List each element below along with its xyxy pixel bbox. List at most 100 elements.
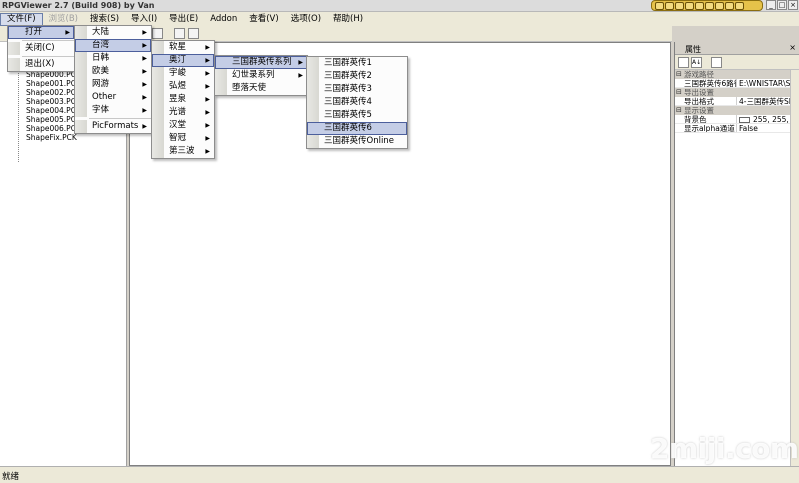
menu-item-label: Other — [92, 92, 117, 102]
menu-export[interactable]: 导出(E) — [163, 13, 204, 26]
menu-item-exit[interactable]: 退出(X) — [8, 58, 74, 71]
menu-item-label: 大陆 — [92, 27, 110, 37]
submenu-arrow-icon: ▶ — [205, 83, 210, 90]
maximize-button[interactable]: □ — [777, 0, 787, 10]
tree-item[interactable]: Shape004.PCK — [26, 106, 81, 115]
menu-help[interactable]: 帮助(H) — [327, 13, 369, 26]
menu-item-hongyu[interactable]: 弘煜 ▶ — [152, 80, 214, 93]
menu-item-label: 三国群英传3 — [324, 84, 372, 94]
properties-close-icon[interactable]: × — [789, 43, 796, 52]
menu-item-label: 宇峻 — [169, 68, 187, 78]
submenu-arrow-icon: ▶ — [205, 57, 210, 64]
menu-item-online-games[interactable]: 网游 ▶ — [75, 78, 151, 91]
tree-item[interactable]: ShapeFix.PCK — [26, 133, 77, 142]
menu-addon[interactable]: Addon — [204, 13, 243, 26]
menu-item-guangpu[interactable]: 光谱 ▶ — [152, 106, 214, 119]
submenu-arrow-icon: ▶ — [205, 109, 210, 116]
menu-item-label: 三国群英传1 — [324, 58, 372, 68]
title-tool-icon[interactable] — [685, 1, 694, 10]
menu-item-taiwan[interactable]: 台湾 ▶ — [75, 39, 151, 52]
menu-item-label: 三国群英传5 — [324, 110, 372, 120]
close-button[interactable]: × — [788, 0, 798, 10]
menu-item-other[interactable]: Other ▶ — [75, 91, 151, 104]
menu-item-label: 智冠 — [169, 133, 187, 143]
menu-view[interactable]: 查看(V) — [243, 13, 284, 26]
paste-icon[interactable] — [188, 28, 199, 39]
menu-item-picformats[interactable]: PicFormats ▶ — [75, 120, 151, 133]
menu-item-fonts[interactable]: 字体 ▶ — [75, 104, 151, 117]
menu-browse[interactable]: 浏览(B) — [43, 13, 84, 26]
tree-item[interactable]: Shape005.PCK — [26, 115, 81, 124]
title-tool-icon[interactable] — [735, 1, 744, 10]
title-tool-icon[interactable] — [655, 1, 664, 10]
tree-item[interactable]: Shape006.PCK — [26, 124, 81, 133]
property-row[interactable]: 显示alpha通道 False — [675, 124, 799, 133]
submenu-arrow-icon: ▶ — [205, 44, 210, 51]
menu-item-label: PicFormats — [92, 121, 139, 131]
menu-item-huanshilu-series[interactable]: 幻世录系列 ▶ — [215, 69, 307, 82]
aoting-submenu: 三国群英传系列 ▶ 幻世录系列 ▶ 堕落天使 — [214, 55, 308, 96]
title-tool-icon[interactable] — [665, 1, 674, 10]
menu-item-sanguo-5[interactable]: 三国群英传5 — [307, 109, 407, 122]
category-export-settings[interactable]: 导出设置 — [675, 88, 799, 97]
menu-item-close[interactable]: 关闭(C) — [8, 42, 74, 55]
title-tool-icon[interactable] — [675, 1, 684, 10]
menu-item-japan-korea[interactable]: 日韩 ▶ — [75, 52, 151, 65]
menu-item-sanguo-online[interactable]: 三国群英传Online — [307, 135, 407, 148]
title-tool-icon[interactable] — [725, 1, 734, 10]
categorized-icon[interactable] — [678, 57, 689, 68]
menu-item-yuquan[interactable]: 昱泉 ▶ — [152, 93, 214, 106]
category-display-settings[interactable]: 显示设置 — [675, 106, 799, 115]
submenu-arrow-icon: ▶ — [205, 135, 210, 142]
menu-item-label: 幻世录系列 — [232, 70, 275, 80]
property-row[interactable]: 背景色 255, 255, 255 — [675, 115, 799, 124]
tree-line — [18, 62, 19, 162]
file-menu: 打开 ▶ 关闭(C) 退出(X) — [7, 25, 75, 72]
menu-search[interactable]: 搜索(S) — [84, 13, 125, 26]
menu-separator — [89, 118, 151, 119]
title-tool-icon[interactable] — [715, 1, 724, 10]
property-key: 显示alpha通道 — [675, 124, 737, 132]
properties-title: 属性 — [685, 45, 701, 54]
menu-item-sanguo-series[interactable]: 三国群英传系列 ▶ — [215, 56, 307, 69]
toolbar-icon[interactable] — [152, 28, 163, 39]
menu-item-label: 退出(X) — [25, 59, 55, 69]
submenu-arrow-icon: ▶ — [142, 107, 147, 114]
menu-item-open[interactable]: 打开 ▶ — [8, 26, 74, 39]
menu-item-thirdwave[interactable]: 第三波 ▶ — [152, 145, 214, 158]
menu-file[interactable]: 文件(F) — [0, 12, 43, 26]
menu-item-label: 台湾 — [92, 40, 110, 50]
menu-item-sanguo-4[interactable]: 三国群英传4 — [307, 96, 407, 109]
property-pages-icon[interactable] — [711, 57, 722, 68]
properties-scrollbar[interactable] — [790, 70, 799, 466]
property-row[interactable]: 导出格式 4-三国群英传SHP转 — [675, 97, 799, 106]
minimize-button[interactable]: _ — [766, 0, 776, 10]
menu-options[interactable]: 选项(O) — [285, 13, 327, 26]
property-row[interactable]: 三国群英传6路径 E:\WNISTAR\SANGO — [675, 79, 799, 88]
menu-item-sanguo-2[interactable]: 三国群英传2 — [307, 70, 407, 83]
menu-item-sanguo-6[interactable]: 三国群英传6 — [307, 122, 407, 135]
menu-item-label: 字体 — [92, 105, 110, 115]
title-tool-icon[interactable] — [705, 1, 714, 10]
menu-import[interactable]: 导入(I) — [125, 13, 163, 26]
tree-item[interactable]: Shape003.PCK — [26, 97, 81, 106]
tree-item[interactable]: Shape002.PCK — [26, 88, 81, 97]
title-tool-icon[interactable] — [695, 1, 704, 10]
menu-item-hantang[interactable]: 汉堂 ▶ — [152, 119, 214, 132]
submenu-arrow-icon: ▶ — [142, 42, 147, 49]
menu-item-yujun[interactable]: 宇峻 ▶ — [152, 67, 214, 80]
menu-item-userjoy[interactable]: 奥汀 ▶ — [152, 54, 214, 67]
alphabetical-sort-icon[interactable]: A↓ — [691, 57, 702, 68]
tree-item[interactable]: Shape001.PCK — [26, 79, 81, 88]
category-game-path[interactable]: 游戏路径 — [675, 70, 799, 79]
menu-item-mainland[interactable]: 大陆 ▶ — [75, 26, 151, 39]
menu-item-fallen-angel[interactable]: 堕落天使 — [215, 82, 307, 95]
copy-icon[interactable] — [174, 28, 185, 39]
submenu-arrow-icon: ▶ — [298, 59, 303, 66]
watermark: 2miji.com — [650, 432, 799, 465]
menu-item-sanguo-1[interactable]: 三国群英传1 — [307, 57, 407, 70]
menu-item-zhiguan[interactable]: 智冠 ▶ — [152, 132, 214, 145]
menu-item-western[interactable]: 欧美 ▶ — [75, 65, 151, 78]
menu-item-sanguo-3[interactable]: 三国群英传3 — [307, 83, 407, 96]
menu-item-softstar[interactable]: 软星 ▶ — [152, 41, 214, 54]
